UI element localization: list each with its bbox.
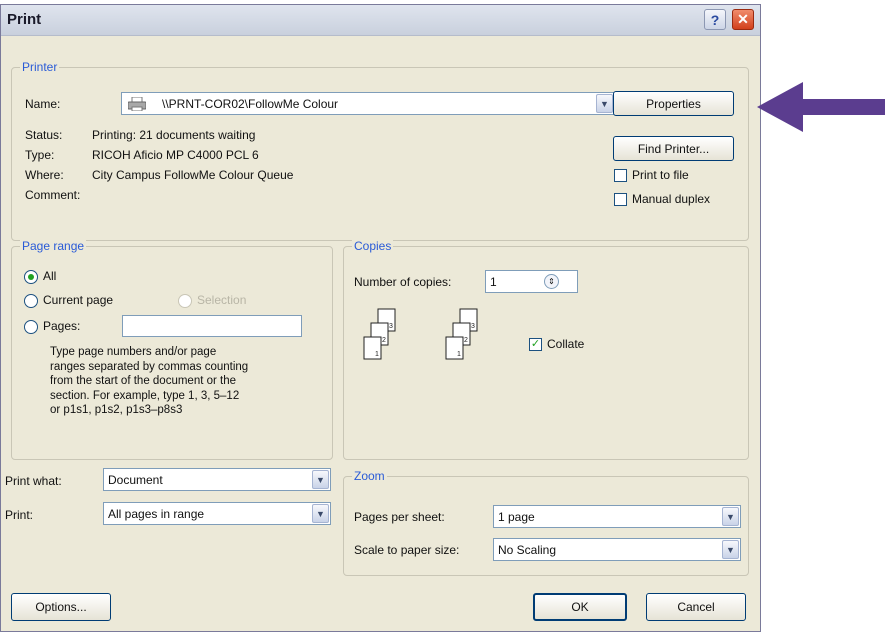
dialog-title: Print: [7, 11, 42, 28]
scale-to-paper-size-select[interactable]: No Scaling ▼: [493, 538, 741, 561]
pages-radio[interactable]: [24, 320, 38, 334]
pages-per-sheet-select[interactable]: 1 page ▼: [493, 505, 741, 528]
chevron-down-icon[interactable]: ▼: [596, 94, 613, 113]
svg-text:2: 2: [382, 337, 386, 344]
print-what-value: Document: [108, 472, 163, 487]
chevron-down-icon[interactable]: ▼: [312, 504, 329, 523]
copies-value: 1: [490, 274, 497, 289]
svg-text:2: 2: [464, 337, 468, 344]
pages-per-sheet-value: 1 page: [498, 509, 535, 524]
title-bar[interactable]: Print ? ✕: [1, 5, 760, 36]
find-printer-button[interactable]: Find Printer...: [613, 136, 734, 161]
collate-pages-icon: 321 321: [354, 307, 504, 377]
collate-label[interactable]: Collate: [547, 337, 584, 351]
printer-group: Printer Name: \\PRNT-COR02\FollowMe Colo…: [11, 60, 749, 241]
svg-text:3: 3: [471, 323, 475, 330]
help-line: section. For example, type 1, 3, 5–12: [50, 389, 240, 402]
chevron-down-icon[interactable]: ▼: [722, 507, 739, 526]
pages-per-sheet-label: Pages per sheet:: [354, 510, 445, 524]
properties-button[interactable]: Properties: [613, 91, 734, 116]
copies-legend: Copies: [352, 239, 394, 253]
manual-duplex-label[interactable]: Manual duplex: [632, 192, 710, 206]
help-line: or p1s1, p1s2, p1s3–p8s3: [50, 404, 183, 416]
printer-name-value: \\PRNT-COR02\FollowMe Colour: [162, 96, 339, 111]
print-label: Print:: [5, 508, 34, 522]
copies-group: Copies Number of copies: 1 ⇕ 321 321 ✓ C…: [343, 239, 749, 460]
scale-value: No Scaling: [498, 542, 557, 557]
scale-to-paper-size-label: Scale to paper size:: [354, 543, 460, 557]
current-page-radio[interactable]: [24, 294, 38, 308]
svg-text:3: 3: [389, 323, 393, 330]
svg-text:1: 1: [457, 351, 461, 358]
help-button[interactable]: ?: [704, 9, 726, 30]
status-value: Printing: 21 documents waiting: [92, 128, 256, 142]
pages-label[interactable]: Pages:: [43, 319, 80, 333]
where-value: City Campus FollowMe Colour Queue: [92, 168, 294, 182]
zoom-group: Zoom Pages per sheet: 1 page ▼ Scale to …: [343, 469, 749, 576]
chevron-down-icon[interactable]: ▼: [312, 470, 329, 489]
pages-input[interactable]: [122, 315, 302, 337]
printer-icon: [127, 96, 147, 111]
print-dialog: Print ? ✕ Printer Name: \\PRNT-COR02\Fol…: [0, 4, 761, 632]
help-line: ranges separated by commas counting: [50, 360, 249, 373]
all-radio[interactable]: [24, 270, 38, 284]
zoom-legend: Zoom: [352, 469, 387, 483]
comment-label: Comment:: [25, 188, 81, 202]
type-value: RICOH Aficio MP C4000 PCL 6: [92, 148, 259, 162]
printer-legend: Printer: [20, 60, 60, 74]
svg-text:1: 1: [375, 351, 379, 358]
ok-button[interactable]: OK: [533, 593, 627, 621]
spinner-icon[interactable]: ⇕: [544, 274, 559, 289]
page-range-legend: Page range: [20, 239, 87, 253]
help-line: from the start of the document or the: [50, 375, 237, 387]
status-label: Status:: [25, 128, 63, 142]
cancel-button[interactable]: Cancel: [646, 593, 746, 621]
selection-label: Selection: [197, 293, 247, 307]
print-to-file-checkbox[interactable]: [614, 169, 627, 182]
help-line: Type page numbers and/or page: [50, 346, 217, 358]
selection-radio[interactable]: [178, 294, 192, 308]
printer-name-select[interactable]: \\PRNT-COR02\FollowMe Colour ▼: [121, 92, 615, 115]
print-what-label: Print what:: [5, 474, 62, 488]
all-label[interactable]: All: [43, 269, 56, 283]
page-range-help: Type page numbers and/or page ranges sep…: [50, 345, 248, 418]
print-select[interactable]: All pages in range ▼: [103, 502, 331, 525]
where-label: Where:: [25, 168, 64, 182]
manual-duplex-checkbox[interactable]: [614, 193, 627, 206]
collate-checkbox[interactable]: ✓: [529, 338, 542, 351]
print-value: All pages in range: [108, 506, 205, 521]
print-what-select[interactable]: Document ▼: [103, 468, 331, 491]
current-page-label[interactable]: Current page: [43, 293, 113, 307]
options-button[interactable]: Options...: [11, 593, 111, 621]
chevron-down-icon[interactable]: ▼: [722, 540, 739, 559]
page-range-group: Page range All Current page Selection Pa…: [11, 239, 333, 460]
name-label: Name:: [25, 97, 61, 111]
close-button[interactable]: ✕: [732, 9, 754, 30]
number-of-copies-label: Number of copies:: [354, 275, 452, 289]
pointer-arrow-icon: [757, 82, 885, 132]
type-label: Type:: [25, 148, 55, 162]
print-to-file-label[interactable]: Print to file: [632, 168, 689, 182]
copies-input[interactable]: 1 ⇕: [485, 270, 578, 293]
